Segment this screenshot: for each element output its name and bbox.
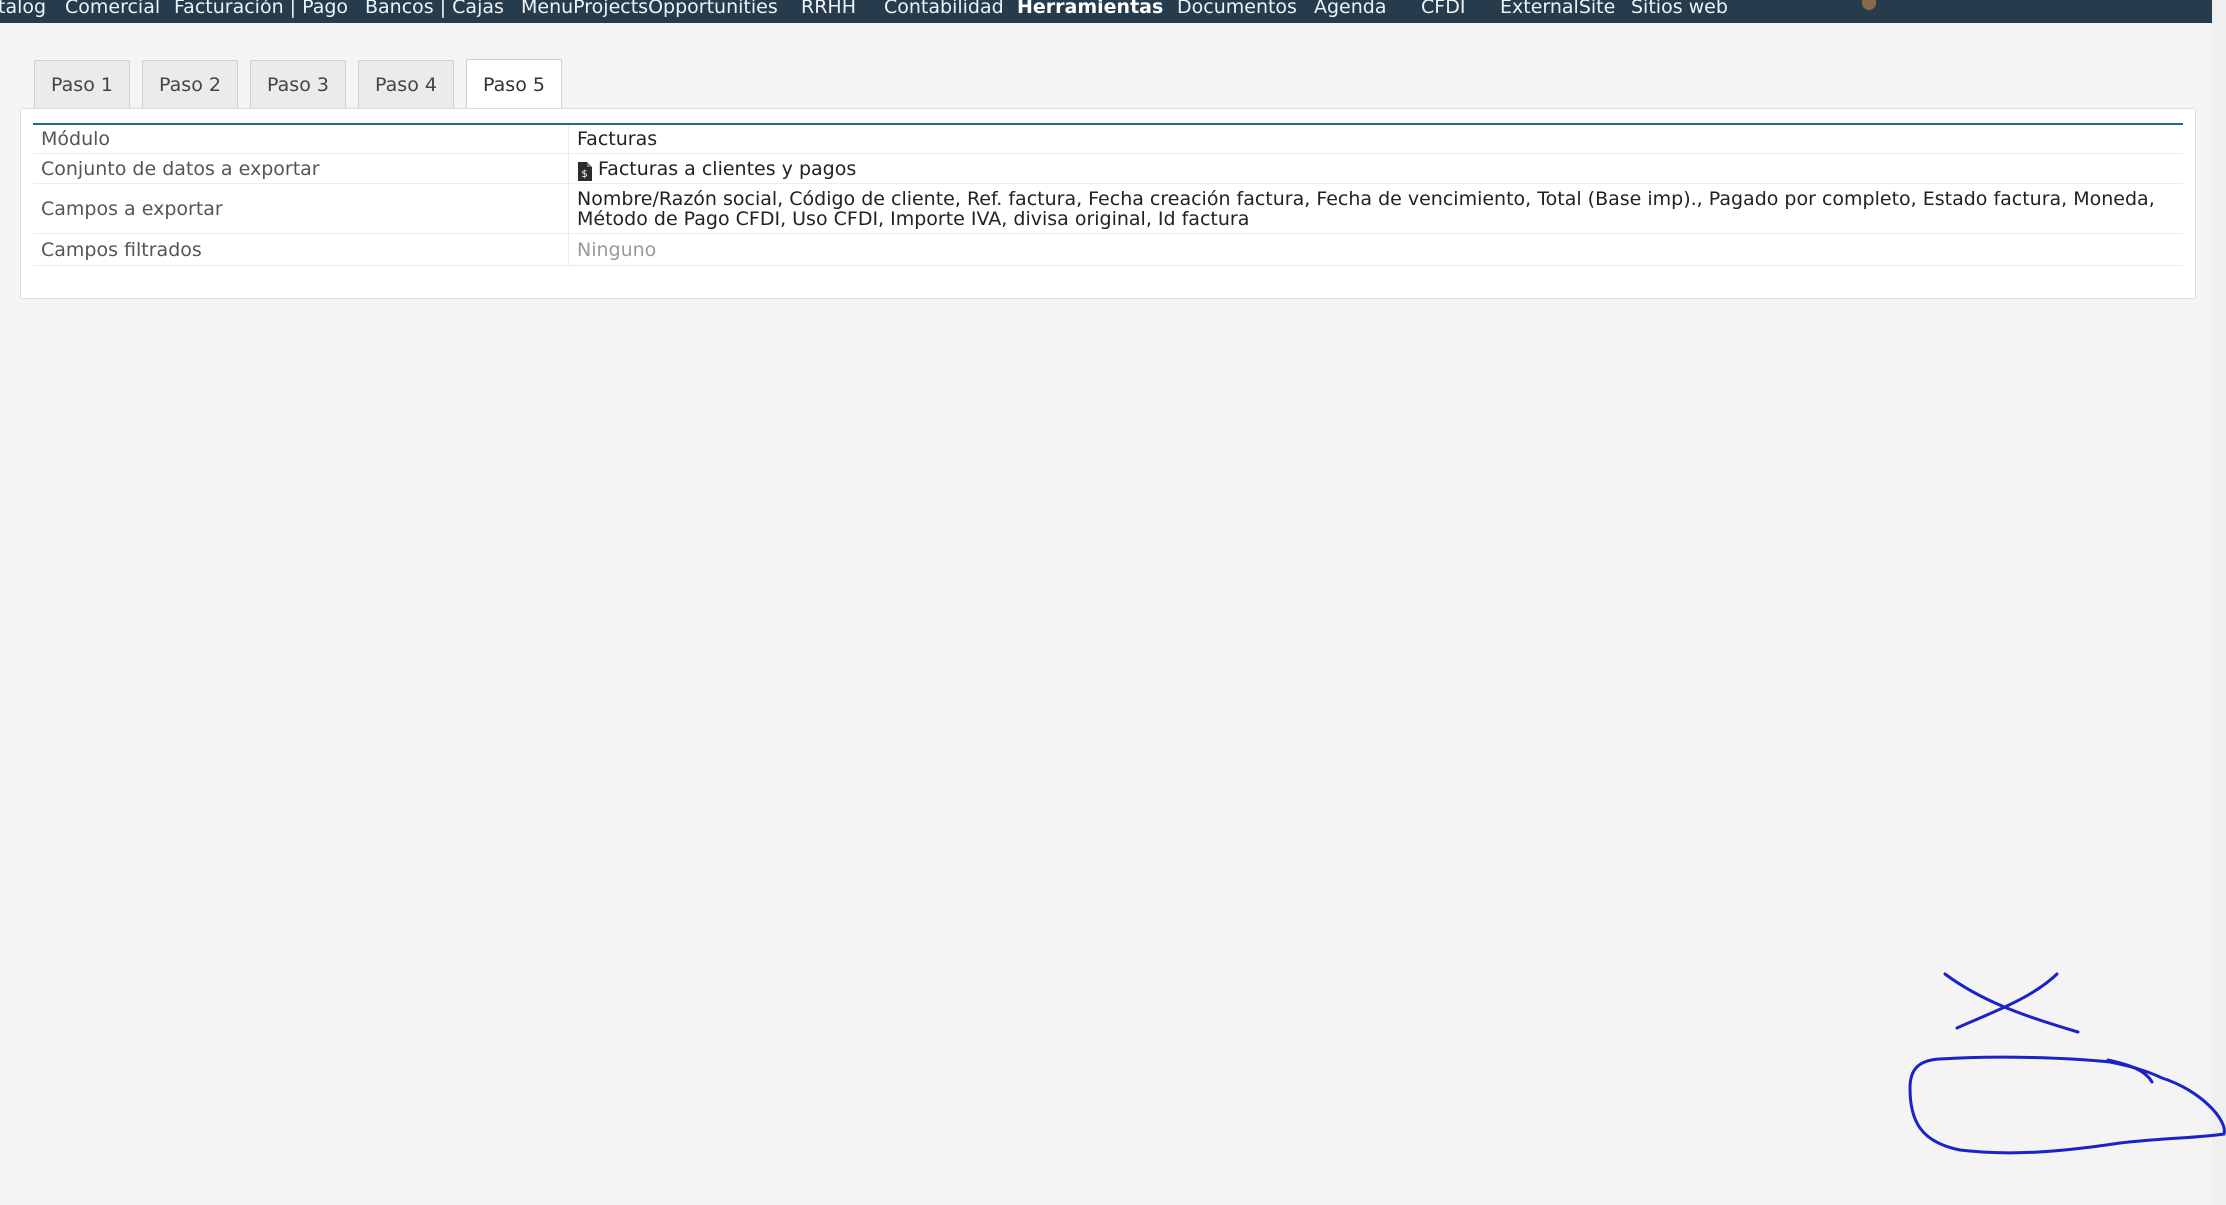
menu-item-rrhh[interactable]: RRHH (801, 0, 856, 20)
menu-item-bancos-cajas[interactable]: Bancos | Cajas (365, 0, 504, 20)
summary-label: Conjunto de datos a exportar (33, 154, 569, 183)
svg-text:$: $ (581, 169, 587, 180)
top-menu-bar: talog Comercial Facturación | Pago Banco… (0, 0, 2212, 23)
summary-label: Campos filtrados (33, 234, 569, 265)
summary-row-campos-filtrados: Campos filtrados Ninguno (33, 234, 2183, 266)
menu-item-comercial[interactable]: Comercial (65, 0, 160, 20)
export-summary-panel: Módulo Facturas Conjunto de datos a expo… (20, 108, 2196, 299)
summary-row-dataset: Conjunto de datos a exportar $ Facturas … (33, 154, 2183, 184)
summary-value: $ Facturas a clientes y pagos (569, 154, 2183, 184)
menu-item-sitios-web[interactable]: Sitios web (1631, 0, 1728, 20)
menu-item-agenda[interactable]: Agenda (1314, 0, 1387, 20)
menu-item-herramientas[interactable]: Herramientas (1017, 0, 1163, 20)
user-avatar[interactable] (1862, 0, 1876, 10)
menu-item-documentos[interactable]: Documentos (1177, 0, 1297, 20)
summary-value: Facturas (577, 128, 658, 150)
menu-item-cfdi[interactable]: CFDI (1421, 0, 1465, 20)
tab-paso-3[interactable]: Paso 3 (250, 60, 346, 108)
export-summary-table: Módulo Facturas Conjunto de datos a expo… (33, 123, 2183, 266)
menu-item-externalsite[interactable]: ExternalSite (1500, 0, 1615, 20)
summary-value: Nombre/Razón social, Código de cliente, … (577, 188, 2155, 230)
menu-item-facturacion-pago[interactable]: Facturación | Pago (174, 0, 348, 20)
tab-paso-5[interactable]: Paso 5 (466, 59, 562, 109)
summary-value: Ninguno (577, 239, 657, 261)
menu-item-projects-opportunities[interactable]: MenuProjectsOpportunities (521, 0, 778, 20)
summary-row-modulo: Módulo Facturas (33, 125, 2183, 154)
summary-row-campos-exportar: Campos a exportar Nombre/Razón social, C… (33, 184, 2183, 234)
dataset-name: Facturas a clientes y pagos (598, 158, 857, 180)
summary-label: Módulo (33, 125, 569, 153)
tab-paso-4[interactable]: Paso 4 (358, 60, 454, 108)
handwritten-annotation (1908, 972, 2226, 1155)
tab-paso-2[interactable]: Paso 2 (142, 60, 238, 108)
summary-label: Campos a exportar (33, 184, 569, 233)
menu-item-contabilidad[interactable]: Contabilidad (884, 0, 1004, 20)
invoice-file-icon: $ (577, 160, 592, 181)
menu-item-catalog[interactable]: talog (0, 0, 46, 20)
tab-paso-1[interactable]: Paso 1 (34, 60, 130, 108)
